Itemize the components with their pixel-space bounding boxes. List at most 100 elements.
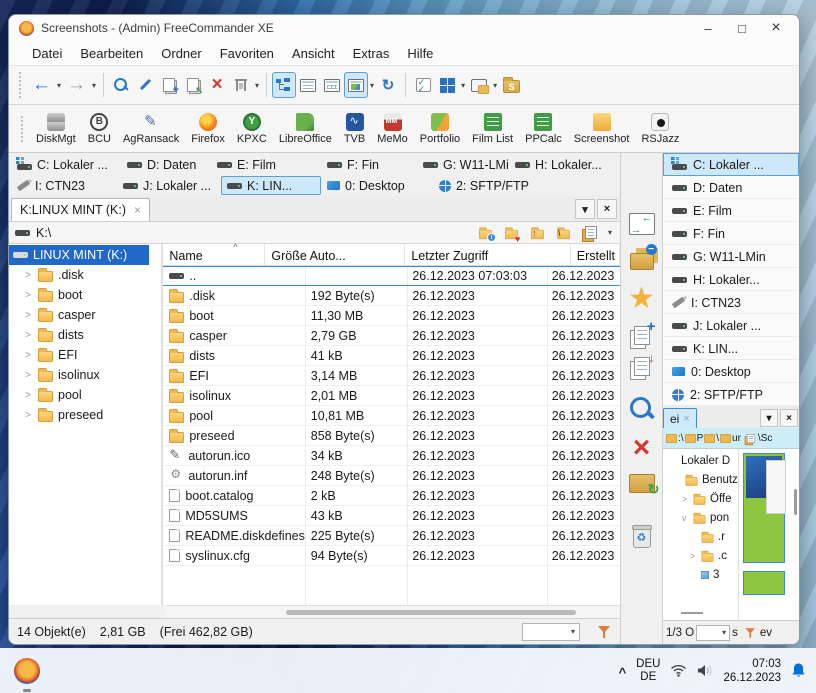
menu-item[interactable]: Favoriten [211,44,283,63]
chevron-right-icon[interactable]: > [23,370,33,381]
horizontal-scrollbar[interactable] [166,605,620,618]
mini-filter-combo[interactable]: ▾ [696,624,731,641]
right-drive-item[interactable]: F: Fin [663,222,799,245]
file-row[interactable]: pool 10,81 MB 26.12.2023 26.12.2023 [163,406,620,426]
tree-item[interactable]: > pool [9,385,161,405]
mini-tree-item[interactable]: 3 [663,565,738,584]
chevron-right-icon[interactable]: > [23,310,33,321]
launcher-button[interactable]: TVB [338,111,371,147]
drive-tab[interactable]: K: LIN... [221,176,321,195]
freecommander-taskbar-icon[interactable] [14,657,40,692]
chevron-right-icon[interactable]: > [23,270,33,281]
column-header[interactable]: Größe Auto... [265,244,406,265]
right-drive-item[interactable]: I: CTN23 [663,291,799,314]
right-drive-item[interactable]: J: Lokaler ... [663,314,799,337]
drive-tab[interactable]: C: Lokaler ... [11,155,121,174]
mini-tab-close-icon[interactable]: × [683,413,689,425]
move-down-button[interactable] [633,350,655,376]
swap-panels-button[interactable] [628,212,655,236]
forward-button[interactable]: → [63,72,90,98]
forward-dropdown[interactable]: ▾ [90,81,98,90]
drive-tab[interactable]: F: Fin [321,155,417,174]
paste-button[interactable] [181,72,205,98]
chevron-icon[interactable]: v [682,513,689,523]
delete-big-icon[interactable]: × [633,433,651,463]
go-root-button[interactable]: \ [554,224,574,242]
language-indicator[interactable]: DEU DE [636,658,660,684]
launcher-button[interactable]: AgRansack [117,111,185,147]
menu-item[interactable]: Ansicht [283,44,344,63]
minimize-button[interactable]: – [691,17,725,39]
tab-close-button[interactable]: × [597,199,617,219]
pack-dropdown[interactable]: ▾ [253,81,261,90]
launcher-button[interactable]: Firefox [185,111,231,147]
launcher-button[interactable]: Film List [466,111,519,147]
refresh-button[interactable]: ↻ [376,72,400,98]
toolbar-grip[interactable] [20,115,25,142]
copy-path-button[interactable] [580,224,600,242]
settings-folder-button[interactable]: S [499,72,524,98]
launcher-button[interactable]: LibreOffice [273,111,338,147]
menu-item[interactable]: Extras [344,44,399,63]
file-row[interactable]: .disk 192 Byte(s) 26.12.2023 26.12.2023 [163,286,620,306]
copy-add-button[interactable] [633,318,656,345]
toolbar-grip[interactable] [18,72,23,98]
tab-list-dropdown[interactable]: ▾ [575,199,595,219]
launcher-button[interactable]: DiskMgt [30,111,82,147]
drive-tab[interactable]: 0: Desktop [321,176,433,195]
title-bar[interactable]: Screenshots - (Admin) FreeCommander XE –… [9,15,799,41]
chevron-icon[interactable]: > [690,551,697,561]
file-row[interactable]: isolinux 2,01 MB 26.12.2023 26.12.2023 [163,386,620,406]
file-row[interactable]: .. 26.12.2023 07:03:03 26.12.2023 [163,266,620,286]
edit-button[interactable] [133,72,157,98]
quick-view-dropdown[interactable]: ▾ [459,81,467,90]
current-path[interactable]: K:\ [36,226,470,240]
search-big-icon[interactable] [629,396,655,422]
mini-filter-funnel-icon[interactable] [745,627,756,638]
notification-bell-icon[interactable] [791,662,806,679]
history-button[interactable] [476,224,496,242]
file-row[interactable]: EFI 3,14 MB 26.12.2023 26.12.2023 [163,366,620,386]
mini-tree-item[interactable]: .r [663,527,738,546]
mini-tab-dropdown[interactable]: ▾ [760,409,778,427]
column-header[interactable]: Letzter Zugriff [405,244,571,265]
tree-item[interactable]: > .disk [9,265,161,285]
file-row[interactable]: casper 2,79 GB 26.12.2023 26.12.2023 [163,326,620,346]
device-dropdown[interactable]: ▾ [491,81,499,90]
selection-button[interactable] [411,72,435,98]
drive-tab[interactable]: D: Daten [121,155,211,174]
speaker-icon[interactable] [697,664,713,677]
details-view-button[interactable] [320,72,344,98]
right-drive-item[interactable]: K: LIN... [663,337,799,360]
drive-tab[interactable]: E: Film [211,155,321,174]
pack-button[interactable] [229,72,253,98]
chevron-right-icon[interactable]: > [23,390,33,401]
column-header[interactable]: Erstellt [571,244,620,265]
launcher-button[interactable]: Screenshot [568,111,636,147]
view-dropdown[interactable]: ▾ [368,81,376,90]
right-drive-item[interactable]: D: Daten [663,176,799,199]
back-dropdown[interactable]: ▾ [55,81,63,90]
delete-button[interactable]: × [205,72,229,98]
launcher-button[interactable]: MeMo [371,111,414,147]
quick-view-button[interactable] [435,72,459,98]
mini-tree-item[interactable]: > Öffe [663,489,738,508]
launcher-button[interactable]: Portfolio [414,111,466,147]
launcher-button[interactable]: RSJazz [635,111,685,147]
folder-tab-active[interactable]: K:LINUX MINT (K:) × [11,198,151,221]
close-button[interactable]: × [759,17,793,39]
file-row[interactable]: dists 41 kB 26.12.2023 26.12.2023 [163,346,620,366]
wifi-icon[interactable] [670,664,687,677]
chevron-right-icon[interactable]: > [23,350,33,361]
file-row[interactable]: preseed 858 Byte(s) 26.12.2023 26.12.202… [163,426,620,446]
launcher-button[interactable]: PPCalc [519,111,568,147]
favorites-star-icon[interactable]: ★ [628,284,655,314]
mini-tab-active[interactable]: ei × [663,408,697,428]
scrollbar-thumb[interactable] [286,610,576,615]
column-header[interactable]: Name ^ [163,242,266,265]
tree-item[interactable]: > EFI [9,345,161,365]
file-row[interactable]: syslinux.cfg 94 Byte(s) 26.12.2023 26.12… [163,546,620,566]
menu-item[interactable]: Bearbeiten [71,44,152,63]
chevron-icon[interactable]: > [682,494,689,504]
back-button[interactable]: ← [28,72,55,98]
